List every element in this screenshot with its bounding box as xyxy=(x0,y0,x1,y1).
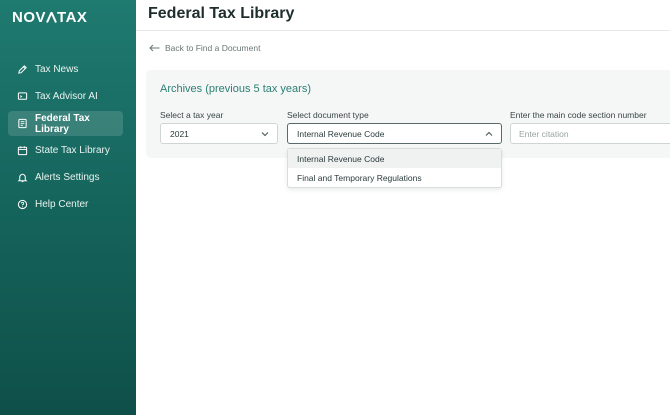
arrow-left-icon xyxy=(149,44,160,52)
sidebar: NOV TAX Tax News Tax Advisor AI Federal T… xyxy=(0,0,136,415)
bell-icon xyxy=(17,172,28,183)
code-section-label: Enter the main code section number xyxy=(510,110,647,120)
sidebar-item-label: Tax News xyxy=(35,64,79,75)
page-title: Federal Tax Library xyxy=(148,5,295,22)
citation-input[interactable] xyxy=(510,123,670,144)
page-header: Federal Tax Library xyxy=(136,0,670,31)
sidebar-item-label: Alerts Settings xyxy=(35,172,100,183)
document-type-dropdown: Internal Revenue Code Final and Temporar… xyxy=(287,148,502,188)
sidebar-item-help-center[interactable]: Help Center xyxy=(8,192,123,217)
logo-a-icon xyxy=(46,9,57,26)
sidebar-item-label: Tax Advisor AI xyxy=(35,91,98,102)
sidebar-item-federal-tax-library[interactable]: Federal Tax Library xyxy=(8,111,123,136)
chevron-down-icon xyxy=(261,132,269,137)
dropdown-option-final-temporary-regulations[interactable]: Final and Temporary Regulations xyxy=(288,168,501,187)
archives-panel: Archives (previous 5 tax years) Select a… xyxy=(146,70,670,158)
archives-title: Archives (previous 5 tax years) xyxy=(160,83,311,95)
sidebar-item-state-tax-library[interactable]: State Tax Library xyxy=(8,138,123,163)
chat-icon xyxy=(17,91,28,102)
sidebar-nav: Tax News Tax Advisor AI Federal Tax Libr… xyxy=(8,57,123,219)
document-type-select[interactable]: Internal Revenue Code xyxy=(287,123,502,144)
logo-text-left: NOV xyxy=(12,9,47,26)
help-icon xyxy=(17,199,28,210)
book-icon xyxy=(17,118,28,129)
main-content: Federal Tax Library Back to Find a Docum… xyxy=(136,0,670,415)
back-link-label: Back to Find a Document xyxy=(165,43,261,53)
sidebar-item-label: Federal Tax Library xyxy=(35,112,90,135)
tax-year-value: 2021 xyxy=(170,128,189,139)
back-link[interactable]: Back to Find a Document xyxy=(149,43,260,53)
sidebar-item-label: Help Center xyxy=(35,199,89,210)
sidebar-item-tax-news[interactable]: Tax News xyxy=(8,57,123,82)
document-type-label: Select document type xyxy=(287,110,369,120)
dropdown-option-internal-revenue-code[interactable]: Internal Revenue Code xyxy=(288,149,501,168)
pen-icon xyxy=(17,64,28,75)
tax-year-select[interactable]: 2021 xyxy=(160,123,278,144)
app-logo[interactable]: NOV TAX xyxy=(12,9,87,26)
calendar-icon xyxy=(17,145,28,156)
tax-year-label: Select a tax year xyxy=(160,110,224,120)
document-type-value: Internal Revenue Code xyxy=(297,128,385,139)
sidebar-item-label: State Tax Library xyxy=(35,145,110,156)
logo-text-right: TAX xyxy=(57,9,88,26)
sidebar-item-alerts-settings[interactable]: Alerts Settings xyxy=(8,165,123,190)
chevron-up-icon xyxy=(485,131,493,136)
sidebar-item-tax-advisor-ai[interactable]: Tax Advisor AI xyxy=(8,84,123,109)
